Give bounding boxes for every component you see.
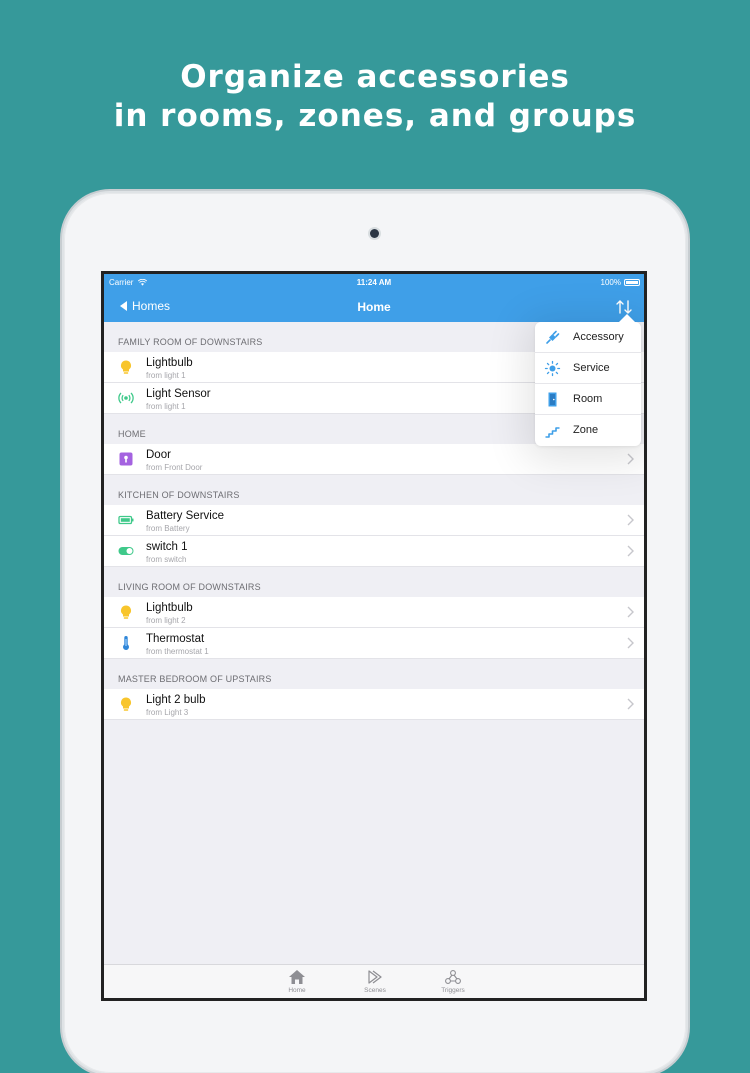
sun-icon: [544, 360, 561, 377]
item-subtitle: from Battery: [146, 524, 190, 533]
door-lock-icon: [119, 452, 133, 466]
battery-percent: 100%: [600, 278, 621, 287]
section-header: LIVING ROOM OF DOWNSTAIRS: [118, 582, 261, 592]
list-item[interactable]: Thermostat from thermostat 1: [104, 628, 644, 659]
ipad-frame: Carrier 11:24 AM 100% Homes Home FAMILY …: [64, 193, 686, 1073]
item-subtitle: from light 1: [146, 371, 186, 380]
lightbulb-icon: [121, 360, 131, 374]
list-item[interactable]: Battery Service from Battery: [104, 505, 644, 536]
navigation-bar: Homes Home: [104, 292, 644, 322]
tab-label: Scenes: [364, 987, 386, 994]
plug-icon: [546, 330, 560, 344]
list-item[interactable]: switch 1 from switch: [104, 536, 644, 567]
section-header: MASTER BEDROOM OF UPSTAIRS: [118, 674, 272, 684]
headline-line-1: Organize accessories: [180, 59, 570, 95]
item-title: Door: [146, 449, 171, 461]
sort-by-zone[interactable]: Zone: [535, 415, 641, 446]
chevron-right-icon: [627, 545, 634, 557]
section-master-bedroom: MASTER BEDROOM OF UPSTAIRS Light 2 bulb …: [104, 659, 644, 720]
battery-icon: [118, 515, 134, 525]
item-title: switch 1: [146, 541, 188, 553]
page-title: Home: [357, 300, 391, 314]
chevron-right-icon: [627, 698, 634, 710]
status-bar: Carrier 11:24 AM 100%: [104, 274, 644, 292]
scenes-icon: [368, 970, 382, 984]
list-item[interactable]: Door from Front Door: [104, 444, 644, 475]
sort-popover: Accessory Service Room Zone: [535, 314, 641, 446]
item-title: Light Sensor: [146, 388, 211, 400]
stairs-icon: [545, 427, 560, 438]
camera-icon: [370, 229, 379, 238]
tab-triggers[interactable]: Triggers: [423, 969, 483, 994]
item-title: Lightbulb: [146, 357, 193, 369]
chevron-right-icon: [627, 453, 634, 465]
status-time: 11:24 AM: [356, 278, 392, 287]
headline: Organize accessories in rooms, zones, an…: [0, 58, 750, 136]
item-subtitle: from thermostat 1: [146, 647, 209, 656]
sort-by-service[interactable]: Service: [535, 353, 641, 384]
item-title: Battery Service: [146, 510, 224, 522]
triggers-icon: [445, 970, 461, 984]
headline-line-2: in rooms, zones, and groups: [113, 98, 637, 134]
item-title: Lightbulb: [146, 602, 193, 614]
section-kitchen: KITCHEN OF DOWNSTAIRS Battery Service fr…: [104, 475, 644, 567]
door-icon: [548, 392, 557, 407]
chevron-right-icon: [627, 514, 634, 526]
switch-icon: [118, 547, 134, 555]
popover-arrow: [619, 314, 635, 322]
tab-label: Triggers: [441, 987, 465, 994]
thermometer-icon: [123, 636, 129, 650]
section-header: KITCHEN OF DOWNSTAIRS: [118, 490, 240, 500]
section-living-room: LIVING ROOM OF DOWNSTAIRS Lightbulb from…: [104, 567, 644, 659]
item-subtitle: from light 2: [146, 616, 186, 625]
status-battery: 100%: [601, 278, 640, 287]
item-title: Light 2 bulb: [146, 694, 206, 706]
house-icon: [289, 970, 305, 984]
ipad-screen: Carrier 11:24 AM 100% Homes Home FAMILY …: [101, 271, 647, 1001]
chevron-right-icon: [627, 606, 634, 618]
item-title: Thermostat: [146, 633, 205, 645]
item-subtitle: from Front Door: [146, 463, 203, 472]
popover-item-label: Room: [573, 393, 603, 405]
list-item[interactable]: Lightbulb from light 2: [104, 597, 644, 628]
tab-label: Home: [288, 987, 306, 994]
item-subtitle: from light 1: [146, 402, 186, 411]
item-subtitle: from switch: [146, 555, 187, 564]
sort-by-accessory[interactable]: Accessory: [535, 322, 641, 353]
light-sensor-icon: [118, 392, 134, 404]
app-screen: Carrier 11:24 AM 100% Homes Home FAMILY …: [104, 274, 644, 998]
status-battery-icon: [624, 279, 640, 286]
sort-by-room[interactable]: Room: [535, 384, 641, 415]
tab-home[interactable]: Home: [267, 969, 327, 994]
list-item[interactable]: Light 2 bulb from Light 3: [104, 689, 644, 720]
popover-item-label: Accessory: [573, 331, 624, 343]
tab-bar: Home Scenes Triggers: [104, 964, 644, 998]
lightbulb-icon: [121, 697, 131, 711]
lightbulb-icon: [121, 605, 131, 619]
popover-item-label: Zone: [573, 424, 599, 436]
tab-scenes[interactable]: Scenes: [345, 969, 405, 994]
chevron-right-icon: [627, 637, 634, 649]
item-subtitle: from Light 3: [146, 708, 189, 717]
popover-item-label: Service: [573, 362, 610, 374]
